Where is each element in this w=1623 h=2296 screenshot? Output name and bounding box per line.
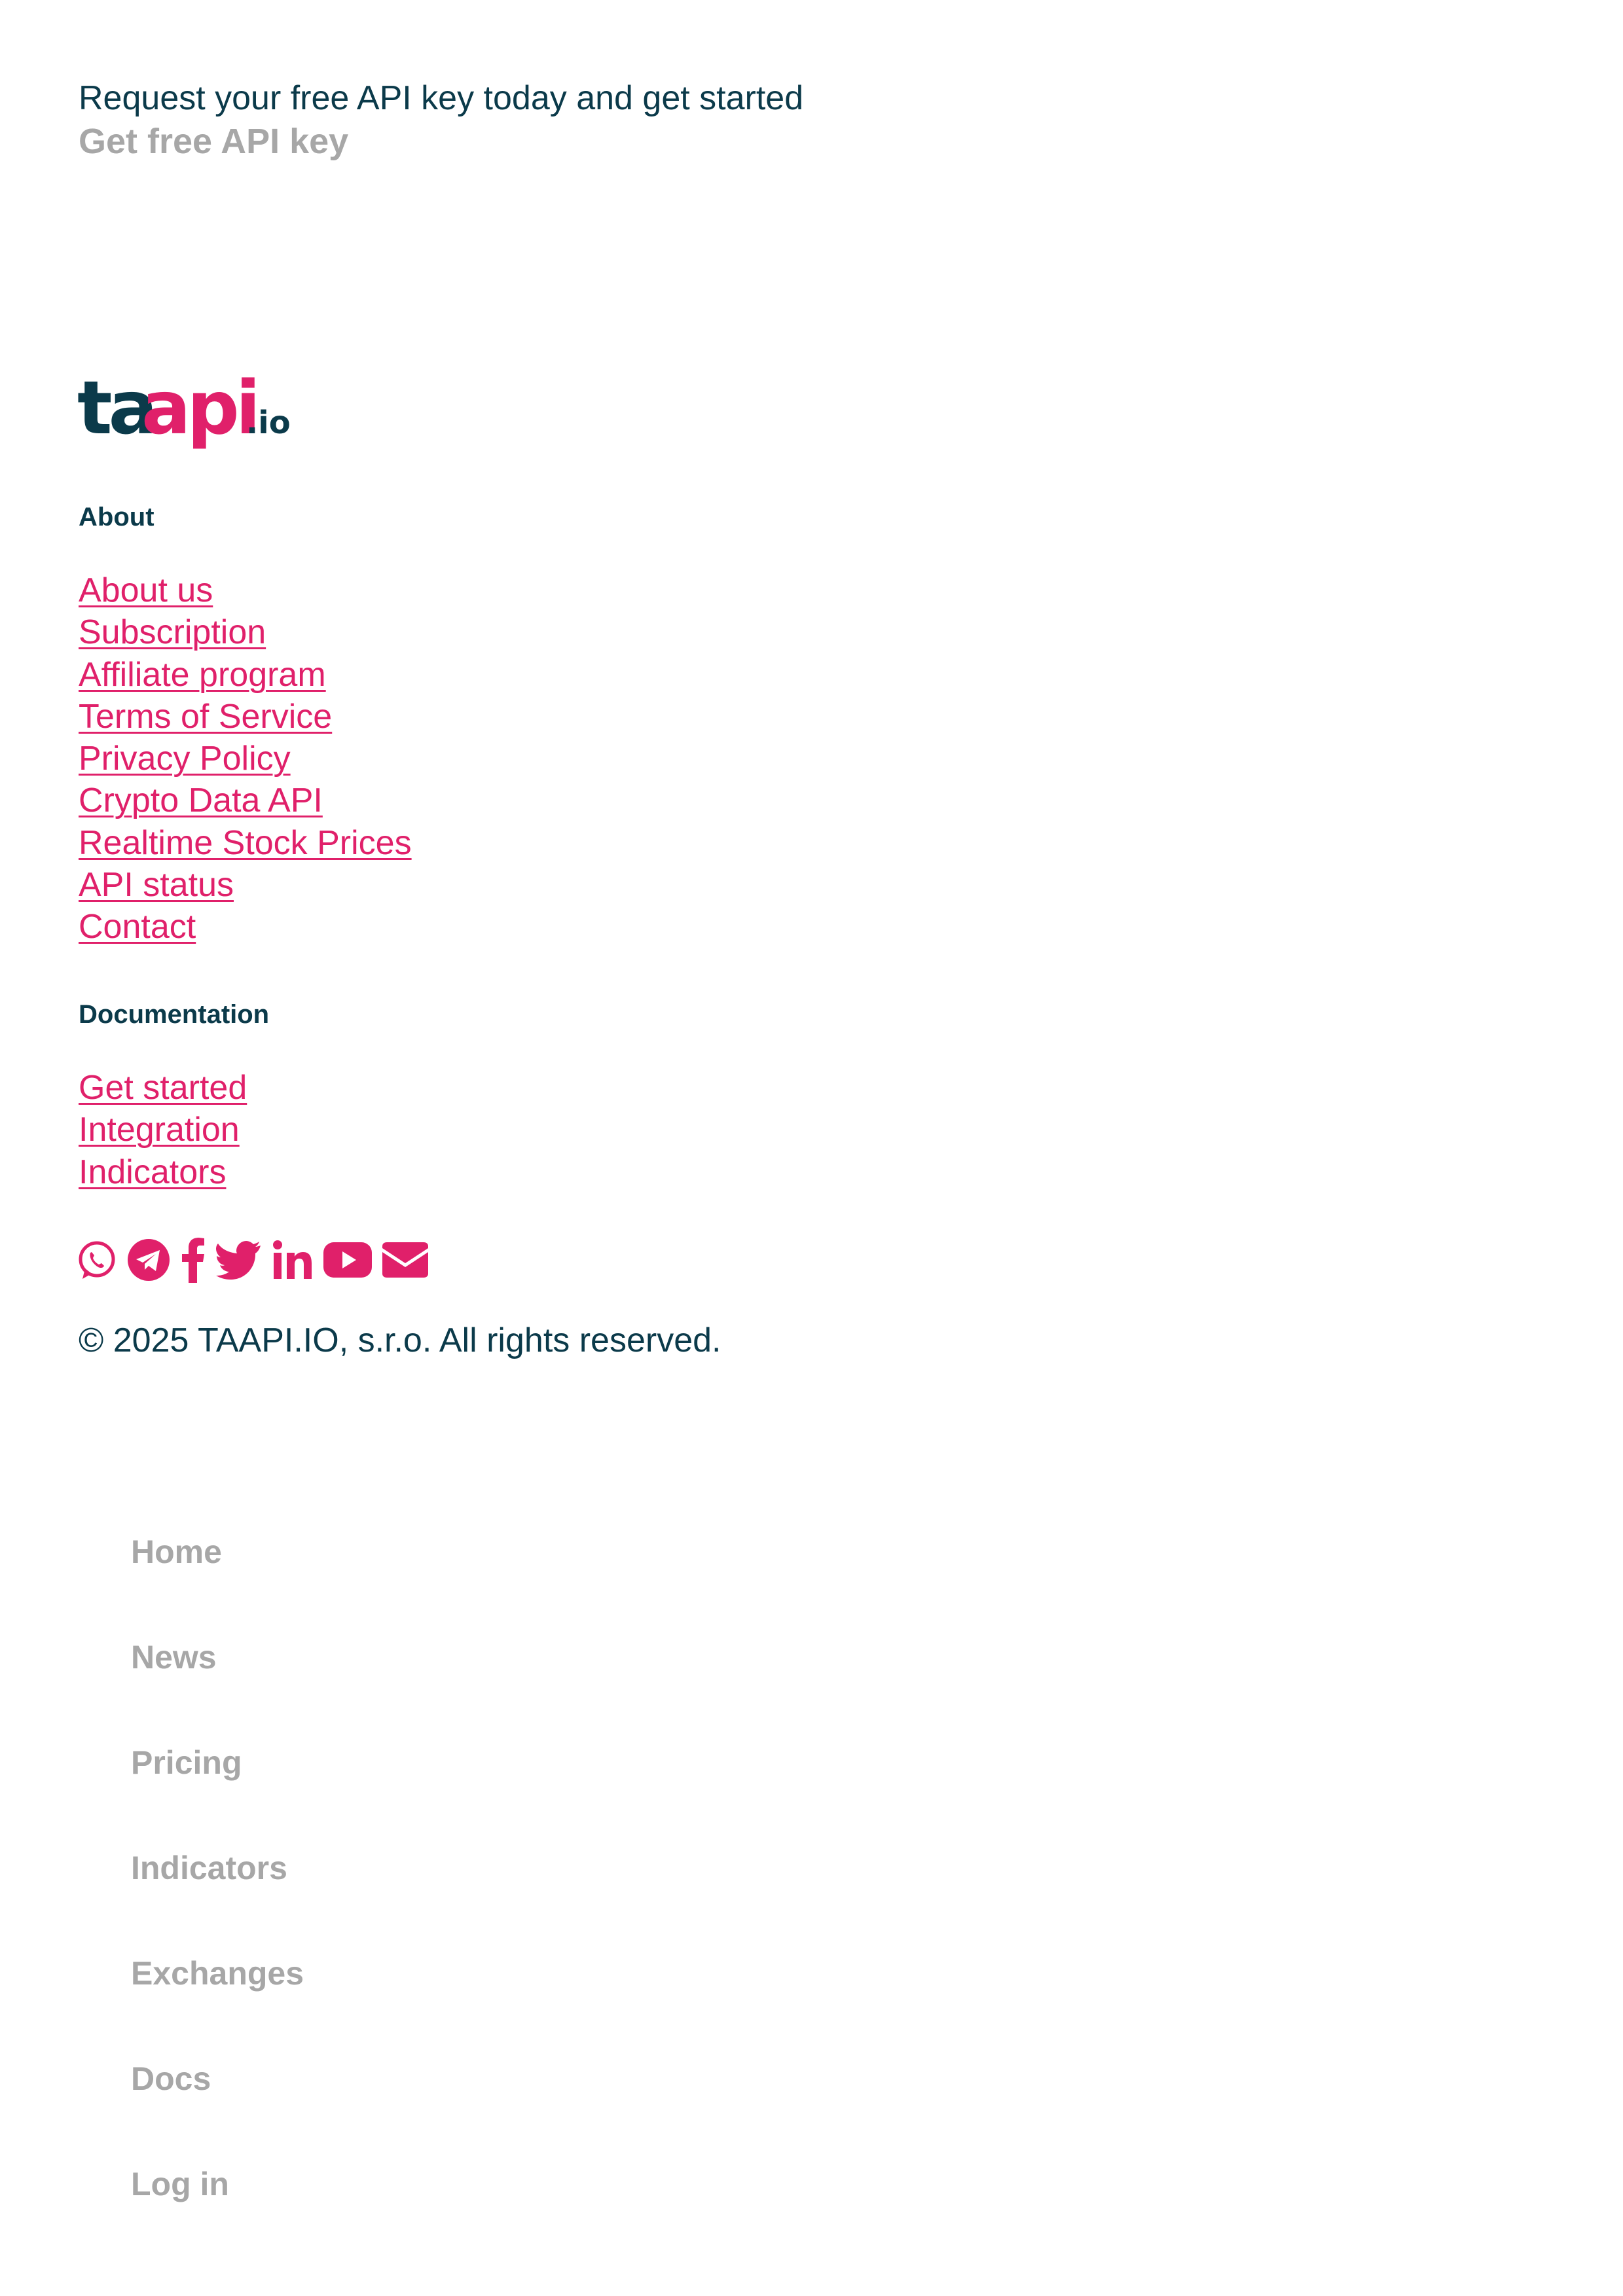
menu-item-exchanges[interactable]: Exchanges — [131, 1955, 304, 1992]
social-links — [77, 1236, 439, 1284]
footer-link-contact[interactable]: Contact — [79, 908, 196, 946]
documentation-links: Get started Integration Indicators — [79, 1067, 247, 1193]
about-links: About us Subscription Affiliate program … — [79, 569, 412, 948]
menu-item-pricing[interactable]: Pricing — [131, 1744, 242, 1781]
get-free-api-key-button[interactable]: Get free API key — [79, 117, 348, 166]
footer-link-crypto-data-api[interactable]: Crypto Data API — [79, 781, 323, 819]
youtube-icon[interactable] — [323, 1242, 372, 1278]
menu-item-docs[interactable]: Docs — [131, 2060, 211, 2097]
footer-link-terms-of-service[interactable]: Terms of Service — [79, 698, 332, 736]
menu-item-news[interactable]: News — [131, 1639, 217, 1676]
footer-link-api-status[interactable]: API status — [79, 866, 234, 904]
footer-link-realtime-stock-prices[interactable]: Realtime Stock Prices — [79, 824, 412, 862]
footer-link-privacy-policy[interactable]: Privacy Policy — [79, 740, 291, 778]
whatsapp-icon[interactable] — [77, 1238, 117, 1282]
twitter-icon[interactable] — [216, 1240, 262, 1280]
taapi-logo[interactable]: ta api .io — [77, 366, 293, 452]
svg-text:api: api — [141, 367, 257, 451]
menu-item-indicators[interactable]: Indicators — [131, 1850, 287, 1886]
footer-link-indicators[interactable]: Indicators — [79, 1153, 226, 1191]
footer-link-affiliate-program[interactable]: Affiliate program — [79, 656, 326, 694]
documentation-heading: Documentation — [79, 1000, 270, 1029]
envelope-icon[interactable] — [382, 1242, 428, 1278]
about-heading: About — [79, 503, 155, 531]
footer-link-integration[interactable]: Integration — [79, 1111, 240, 1149]
copyright: © 2025 TAAPI.IO, s.r.o. All rights reser… — [79, 1321, 721, 1359]
facebook-icon[interactable] — [181, 1237, 206, 1283]
linkedin-icon[interactable] — [272, 1240, 313, 1280]
menu-item-home[interactable]: Home — [131, 1534, 222, 1570]
menu-item-log-in[interactable]: Log in — [131, 2166, 229, 2202]
footer-link-subscription[interactable]: Subscription — [79, 613, 266, 651]
nav-menu: Home News Pricing Indicators Exchanges D… — [131, 1529, 304, 2267]
footer-link-get-started[interactable]: Get started — [79, 1069, 247, 1107]
cta-text: Request your free API key today and get … — [79, 79, 804, 117]
svg-text:.io: .io — [246, 404, 291, 441]
footer-link-about-us[interactable]: About us — [79, 571, 213, 609]
telegram-icon[interactable] — [127, 1238, 170, 1282]
